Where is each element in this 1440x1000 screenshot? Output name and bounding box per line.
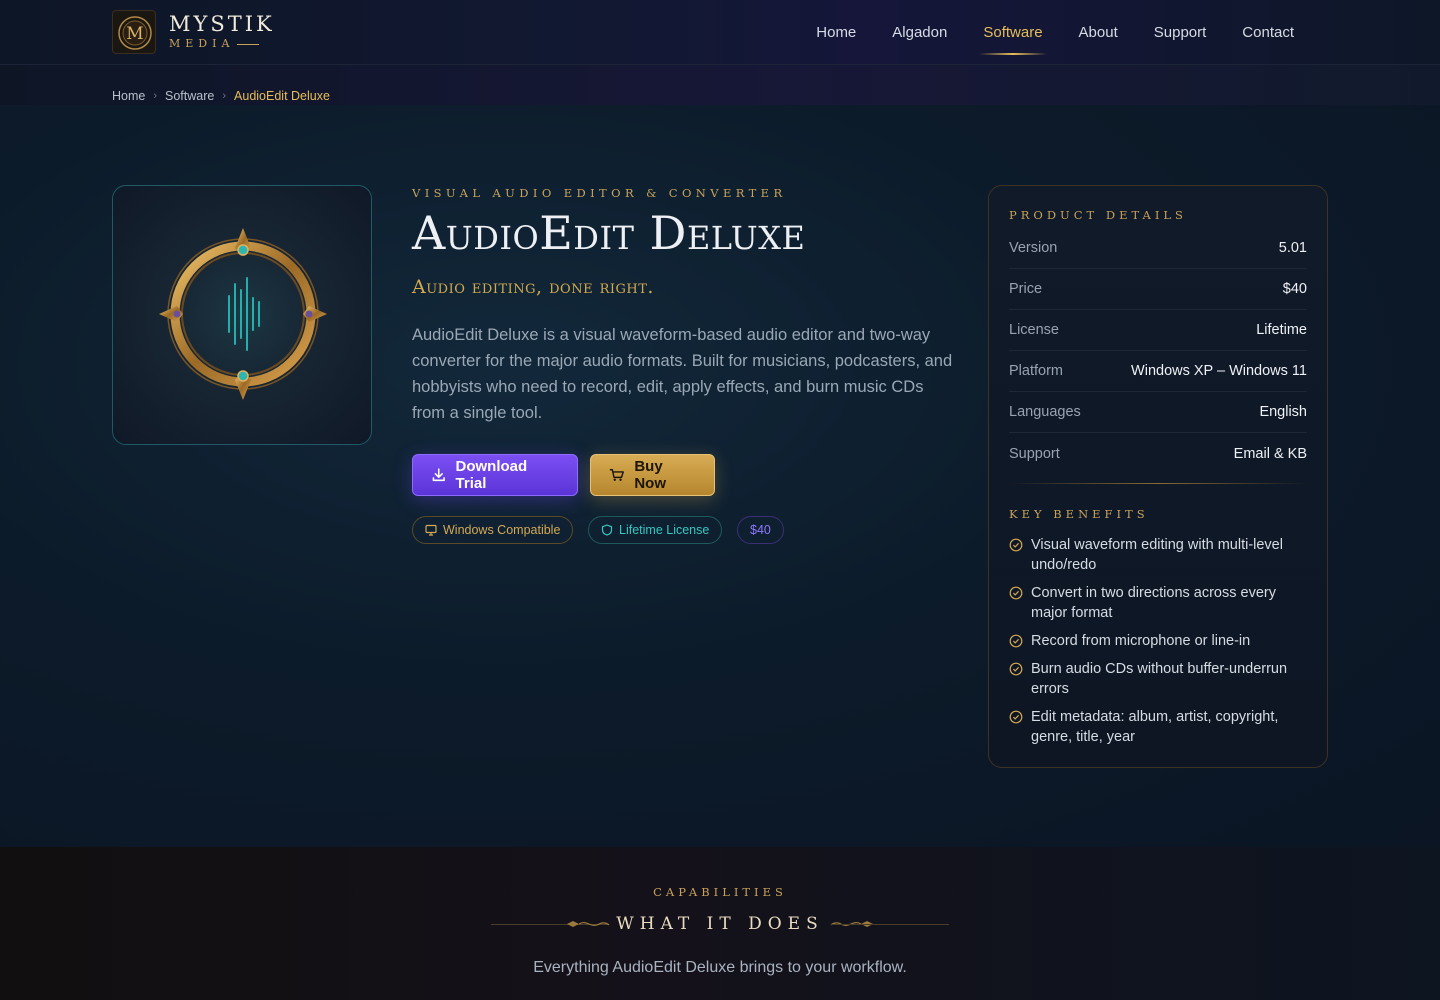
nav-contact[interactable]: Contact bbox=[1224, 0, 1312, 65]
shield-icon bbox=[601, 524, 613, 536]
svg-text:M: M bbox=[126, 24, 143, 44]
monitor-icon bbox=[425, 524, 437, 536]
benefit-text: Record from microphone or line-in bbox=[1031, 633, 1251, 649]
detail-label: Price bbox=[1009, 281, 1043, 297]
product-artwork bbox=[112, 185, 372, 445]
chevron-right-icon: › bbox=[222, 90, 227, 102]
detail-row-version: Version 5.01 bbox=[1009, 228, 1307, 269]
check-circle-icon bbox=[1009, 710, 1023, 724]
badge-label: $40 bbox=[750, 523, 771, 537]
download-icon bbox=[432, 468, 445, 482]
breadcrumb-current: AudioEdit Deluxe bbox=[234, 89, 330, 103]
cart-icon bbox=[609, 468, 624, 481]
detail-label: License bbox=[1009, 322, 1059, 338]
detail-row-license: License Lifetime bbox=[1009, 310, 1307, 351]
benefit-text: Edit metadata: album, artist, copyright,… bbox=[1031, 709, 1279, 745]
benefit-item: Burn audio CDs without buffer-underrun e… bbox=[1009, 659, 1307, 699]
benefit-text: Burn audio CDs without buffer-underrun e… bbox=[1031, 661, 1288, 697]
check-circle-icon bbox=[1009, 586, 1023, 600]
detail-row-support: Support Email & KB bbox=[1009, 433, 1307, 474]
detail-label: Languages bbox=[1009, 404, 1081, 420]
nav-software[interactable]: Software bbox=[965, 0, 1060, 65]
detail-value: Windows XP – Windows 11 bbox=[1131, 363, 1307, 379]
brand-name[interactable]: MYSTIK bbox=[169, 12, 275, 36]
nav-support[interactable]: Support bbox=[1136, 0, 1225, 65]
buy-now-button[interactable]: Buy Now bbox=[590, 454, 715, 496]
capabilities-title: WHAT IT DOES bbox=[616, 914, 824, 934]
benefit-item: Edit metadata: album, artist, copyright,… bbox=[1009, 707, 1307, 747]
detail-value: 5.01 bbox=[1278, 240, 1307, 256]
detail-label: Platform bbox=[1009, 363, 1063, 379]
breadcrumb-software[interactable]: Software bbox=[165, 89, 214, 103]
benefit-item: Visual waveform editing with multi-level… bbox=[1009, 535, 1307, 575]
product-description: AudioEdit Deluxe is a visual waveform-ba… bbox=[412, 326, 953, 422]
badge-label: Lifetime License bbox=[619, 523, 710, 537]
detail-row-price: Price $40 bbox=[1009, 269, 1307, 310]
badge-label: Windows Compatible bbox=[443, 523, 561, 537]
lifetime-license-badge: Lifetime License bbox=[588, 516, 723, 544]
detail-row-platform: Platform Windows XP – Windows 11 bbox=[1009, 351, 1307, 392]
page-title: AudioEdit Deluxe bbox=[412, 206, 806, 260]
divider bbox=[1009, 483, 1307, 484]
nav-home[interactable]: Home bbox=[798, 0, 874, 65]
benefit-item: Convert in two directions across every m… bbox=[1009, 583, 1307, 623]
ornate-ring-icon bbox=[153, 224, 333, 404]
product-details-heading: PRODUCT DETAILS bbox=[1009, 208, 1187, 222]
benefit-text: Visual waveform editing with multi-level… bbox=[1031, 537, 1283, 573]
download-trial-label: Download Trial bbox=[455, 458, 528, 492]
windows-compatible-badge: Windows Compatible bbox=[412, 516, 574, 544]
brand-logo-icon[interactable]: M bbox=[112, 10, 156, 54]
detail-value: $40 bbox=[1282, 281, 1307, 297]
price-badge: $40 bbox=[737, 516, 784, 544]
buy-now-label: Buy Now bbox=[634, 458, 666, 492]
detail-value: Email & KB bbox=[1233, 445, 1307, 462]
breadcrumb-home[interactable]: Home bbox=[112, 89, 145, 103]
benefit-text: Convert in two directions across every m… bbox=[1031, 585, 1276, 621]
benefit-item: Record from microphone or line-in bbox=[1009, 631, 1307, 651]
breadcrumb: Home › Software › AudioEdit Deluxe bbox=[112, 89, 330, 103]
product-tagline: Audio editing, done right. bbox=[412, 276, 654, 298]
check-circle-icon bbox=[1009, 634, 1023, 648]
detail-label: Version bbox=[1009, 240, 1058, 256]
main-nav: Home Algadon Software About Support Cont… bbox=[798, 0, 1312, 65]
check-circle-icon bbox=[1009, 662, 1023, 676]
nav-algadon[interactable]: Algadon bbox=[874, 0, 965, 65]
capabilities-eyebrow: CAPABILITIES bbox=[653, 885, 787, 899]
nav-about[interactable]: About bbox=[1061, 0, 1136, 65]
capabilities-subtitle: Everything AudioEdit Deluxe brings to yo… bbox=[533, 959, 907, 976]
detail-value: Lifetime bbox=[1256, 322, 1307, 338]
detail-label: Support bbox=[1009, 445, 1060, 462]
chevron-right-icon: › bbox=[153, 90, 158, 102]
key-benefits-heading: KEY BENEFITS bbox=[1009, 507, 1149, 521]
detail-row-languages: Languages English bbox=[1009, 392, 1307, 433]
download-trial-button[interactable]: Download Trial bbox=[412, 454, 578, 496]
detail-value: English bbox=[1259, 404, 1307, 420]
brand-subname: MEDIA bbox=[169, 37, 259, 50]
check-circle-icon bbox=[1009, 538, 1023, 552]
ornament-divider-right bbox=[831, 924, 949, 925]
product-category: VISUAL AUDIO EDITOR & CONVERTER bbox=[412, 186, 787, 200]
